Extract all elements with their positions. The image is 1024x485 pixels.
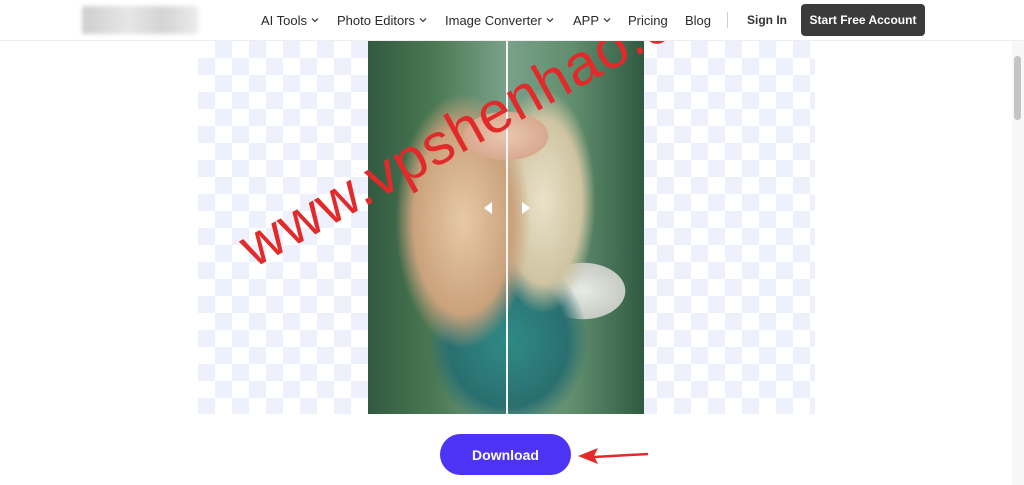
nav-pricing[interactable]: Pricing [628, 0, 668, 40]
compare-slider-handle[interactable] [484, 200, 530, 216]
top-navbar: AI Tools Photo Editors Image Converter A… [0, 0, 1024, 41]
arrow-left-icon [484, 202, 492, 214]
arrow-right-icon [522, 202, 530, 214]
annotation-arrow-icon [578, 448, 649, 464]
start-free-account-button[interactable]: Start Free Account [801, 4, 925, 36]
nav-app[interactable]: APP [573, 0, 612, 40]
nav-image-converter[interactable]: Image Converter [445, 0, 555, 40]
chevron-down-icon [311, 18, 319, 23]
chevron-down-icon [603, 18, 611, 23]
nav-blog-label: Blog [685, 12, 712, 28]
nav-pricing-label: Pricing [628, 12, 668, 28]
nav-photo-editors[interactable]: Photo Editors [337, 0, 428, 40]
nav-photo-editors-label: Photo Editors [337, 12, 416, 28]
nav-image-converter-label: Image Converter [445, 12, 542, 28]
nav-ai-tools-label: AI Tools [261, 12, 308, 28]
download-button[interactable]: Download [440, 434, 571, 475]
sign-in-link[interactable]: Sign In [747, 0, 787, 40]
chevron-down-icon [419, 18, 427, 23]
nav-ai-tools[interactable]: AI Tools [261, 0, 320, 40]
compare-divider-line[interactable] [506, 41, 508, 414]
logo[interactable] [82, 6, 198, 34]
chevron-down-icon [546, 18, 554, 23]
scrollbar-thumb[interactable] [1014, 56, 1021, 120]
nav-divider [727, 12, 728, 28]
nav-blog[interactable]: Blog [685, 0, 711, 40]
nav-app-label: APP [573, 12, 600, 28]
